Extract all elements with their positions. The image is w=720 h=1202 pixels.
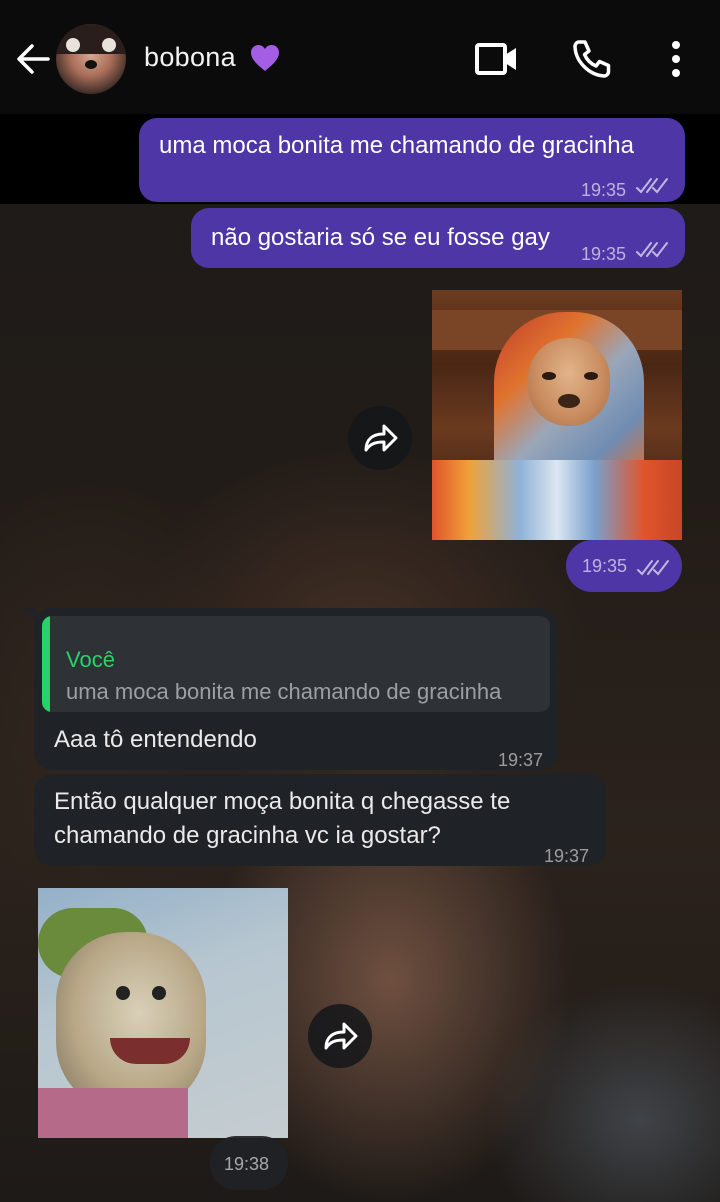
sticker-image[interactable] — [38, 888, 288, 1138]
message-time: 19:37 — [544, 846, 590, 866]
double-check-icon — [636, 242, 668, 258]
contact-name[interactable]: bobona — [144, 42, 236, 73]
message-text: Aaa tô entendendo — [54, 726, 257, 753]
message-text: não gostaria só se eu fosse gay — [211, 224, 550, 251]
back-button[interactable] — [14, 40, 52, 78]
video-camera-icon — [475, 43, 516, 75]
chat-header: bobona — [0, 0, 720, 114]
message-time: 19:35 — [581, 180, 627, 200]
forward-button[interactable] — [308, 1004, 372, 1068]
contact-avatar[interactable] — [56, 24, 126, 94]
forward-icon — [364, 424, 398, 452]
sticker-timestamp: 19:38 — [210, 1136, 288, 1190]
outgoing-message[interactable]: uma moca bonita me chamando de gracinha … — [139, 118, 685, 202]
message-text-line: Então qualquer moça bonita q chegasse te — [54, 788, 511, 815]
incoming-message[interactable]: Então qualquer moça bonita q chegasse te… — [34, 774, 606, 866]
sticker-timestamp: 19:35 — [566, 540, 682, 592]
incoming-message[interactable]: Você uma moca bonita me chamando de grac… — [22, 608, 558, 770]
sticker-image[interactable] — [432, 290, 682, 540]
more-options-button[interactable] — [664, 38, 688, 80]
message-text-line: chamando de gracinha vc ia gostar? — [54, 822, 441, 849]
forward-button[interactable] — [348, 406, 412, 470]
video-call-button[interactable] — [474, 38, 518, 80]
quoted-text: uma moca bonita me chamando de gracinha — [66, 679, 502, 704]
voice-call-button[interactable] — [570, 38, 614, 80]
message-time: 19:37 — [498, 750, 544, 770]
double-check-icon — [636, 178, 668, 194]
purple-heart-icon — [251, 45, 279, 71]
quoted-author: Você — [66, 647, 115, 672]
message-time: 19:38 — [224, 1154, 270, 1174]
phone-icon — [573, 40, 611, 78]
outgoing-message[interactable]: não gostaria só se eu fosse gay 19:35 — [191, 208, 685, 268]
forward-icon — [324, 1022, 358, 1050]
arrow-back-icon — [17, 44, 50, 74]
message-time: 19:35 — [582, 556, 628, 576]
message-text: uma moca bonita me chamando de gracinha — [159, 132, 634, 159]
message-time: 19:35 — [581, 244, 627, 264]
double-check-icon — [637, 560, 669, 576]
more-vertical-icon — [672, 41, 680, 77]
quoted-message[interactable]: Você uma moca bonita me chamando de grac… — [42, 616, 550, 712]
